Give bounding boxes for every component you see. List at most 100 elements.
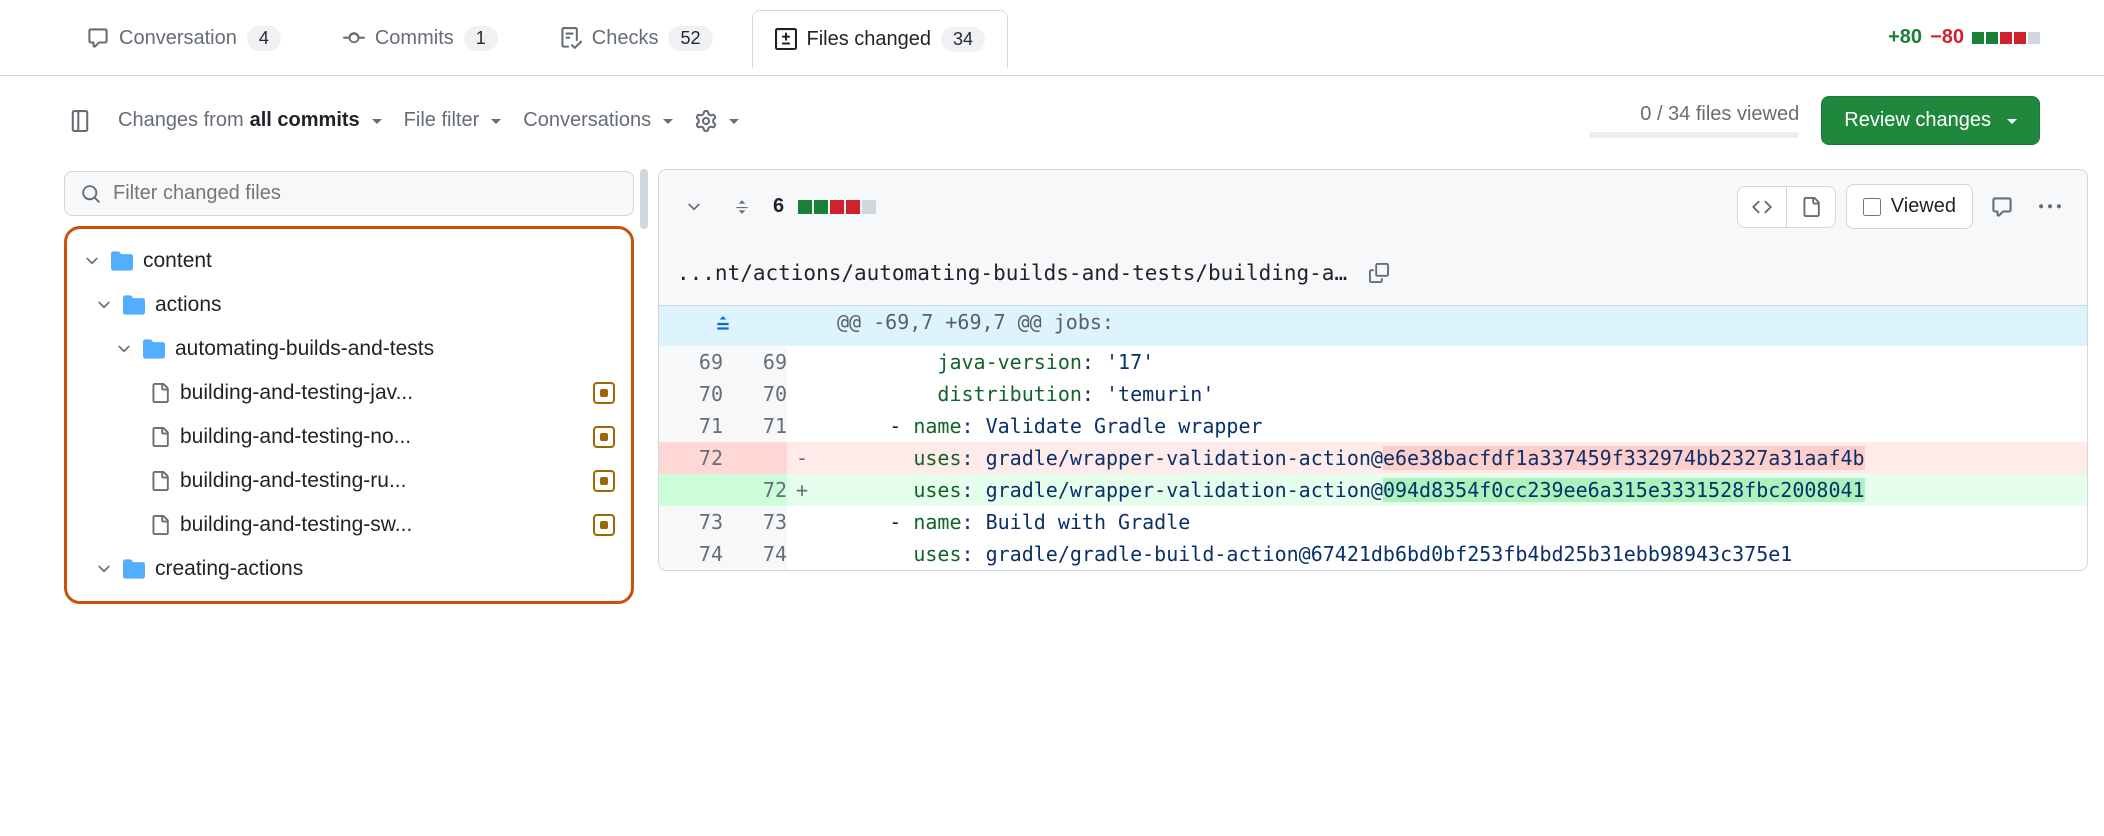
expand-all-icon[interactable] (725, 190, 759, 224)
additions-count: +80 (1888, 26, 1922, 49)
chevron-down-icon (83, 252, 101, 270)
collapse-file-icon[interactable] (677, 190, 711, 224)
diff-line[interactable]: 72- uses: gradle/wrapper-validation-acti… (659, 442, 2087, 474)
checklist-icon (560, 27, 582, 49)
commit-icon (343, 27, 365, 49)
modified-badge (593, 514, 615, 536)
code-content: distribution: 'temurin' (817, 378, 2087, 410)
file-icon (150, 427, 170, 447)
rendered-view-button[interactable] (1786, 187, 1835, 227)
line-number-new: 69 (723, 346, 787, 378)
tab-count: 4 (247, 26, 281, 51)
modified-badge (593, 382, 615, 404)
file-icon (150, 471, 170, 491)
tab-label: Files changed (807, 28, 932, 51)
tree-folder-automating[interactable]: automating-builds-and-tests (75, 327, 623, 371)
conversations-select[interactable]: Conversations (523, 109, 673, 132)
chevron-down-icon (95, 296, 113, 314)
diff-line[interactable]: 72+ uses: gradle/wrapper-validation-acti… (659, 474, 2087, 506)
folder-icon (123, 558, 145, 580)
diff-line[interactable]: 6969 java-version: '17' (659, 346, 2087, 378)
copy-path-icon[interactable] (1361, 255, 1397, 291)
code-content: uses: gradle/gradle-build-action@67421db… (817, 538, 2087, 570)
folder-icon (143, 338, 165, 360)
folder-icon (111, 250, 133, 272)
tab-label: Commits (375, 27, 454, 50)
line-number-new: 74 (723, 538, 787, 570)
tree-file[interactable]: building-and-testing-sw... (75, 503, 623, 547)
line-number-old (659, 474, 723, 506)
tab-checks[interactable]: Checks 52 (537, 9, 736, 67)
line-number-new: 71 (723, 410, 787, 442)
hunk-header-row: @@ -69,7 +69,7 @@ jobs: (659, 306, 2087, 346)
code-content: java-version: '17' (817, 346, 2087, 378)
filter-files-input[interactable] (113, 182, 617, 205)
expand-hunk-button[interactable] (659, 306, 787, 346)
sidebar-collapse-icon[interactable] (64, 105, 96, 137)
diff-line[interactable]: 7070 distribution: 'temurin' (659, 378, 2087, 410)
line-number-old: 69 (659, 346, 723, 378)
chevron-down-icon (115, 340, 133, 358)
code-content: - name: Build with Gradle (817, 506, 2087, 538)
comment-icon (87, 27, 109, 49)
diff-blocks (1972, 32, 2040, 44)
tab-files-changed[interactable]: Files changed 34 (752, 10, 1009, 68)
tab-count: 52 (668, 26, 712, 51)
file-icon (150, 383, 170, 403)
file-tree: content actions automating-builds-and-te… (64, 226, 634, 604)
code-content: uses: gradle/wrapper-validation-action@e… (817, 442, 2087, 474)
file-filter-select[interactable]: File filter (404, 109, 502, 132)
filter-files-input-wrap[interactable] (64, 171, 634, 216)
diff-file-header: 6 Viewed ...nt (659, 170, 2087, 306)
diff-stats: +80 −80 (1888, 26, 2040, 49)
pr-tabs: Conversation 4 Commits 1 Checks 52 Files… (0, 0, 2104, 76)
deletions-count: −80 (1930, 26, 1964, 49)
file-path[interactable]: ...nt/actions/automating-builds-and-test… (677, 261, 1347, 285)
review-changes-button[interactable]: Review changes (1821, 96, 2040, 145)
view-mode-toggle (1737, 186, 1836, 228)
line-number-new: 72 (723, 474, 787, 506)
tab-count: 1 (464, 26, 498, 51)
chevron-down-icon (95, 560, 113, 578)
diff-blocks-small (798, 200, 876, 214)
files-viewed-text: 0 / 34 files viewed (1640, 103, 1799, 126)
line-number-new (723, 442, 787, 474)
diff-settings-select[interactable] (695, 109, 739, 132)
diff-toolbar: Changes from all commits File filter Con… (0, 76, 2104, 169)
source-view-button[interactable] (1738, 187, 1786, 227)
diff-line[interactable]: 7474 uses: gradle/gradle-build-action@67… (659, 538, 2087, 570)
line-number-new: 73 (723, 506, 787, 538)
viewed-checkbox-input[interactable] (1863, 198, 1881, 216)
file-diff-icon (775, 28, 797, 50)
tree-file[interactable]: building-and-testing-jav... (75, 371, 623, 415)
diff-table: @@ -69,7 +69,7 @@ jobs: 6969 java-versio… (659, 306, 2087, 570)
changed-lines-count: 6 (773, 195, 784, 218)
kebab-menu-icon[interactable] (2031, 188, 2069, 226)
viewed-progress (1589, 132, 1799, 138)
line-number-old: 71 (659, 410, 723, 442)
tab-conversation[interactable]: Conversation 4 (64, 9, 304, 67)
changes-from-select[interactable]: Changes from all commits (118, 109, 382, 132)
tab-count: 34 (941, 27, 985, 52)
scrollbar-thumb[interactable] (640, 169, 648, 229)
code-content: - name: Validate Gradle wrapper (817, 410, 2087, 442)
viewed-checkbox[interactable]: Viewed (1846, 184, 1973, 229)
diff-line[interactable]: 7373 - name: Build with Gradle (659, 506, 2087, 538)
gear-icon (695, 110, 717, 132)
diff-line[interactable]: 7171 - name: Validate Gradle wrapper (659, 410, 2087, 442)
tree-folder-content[interactable]: content (75, 239, 623, 283)
tree-folder-actions[interactable]: actions (75, 283, 623, 327)
line-number-old: 70 (659, 378, 723, 410)
tree-file[interactable]: building-and-testing-ru... (75, 459, 623, 503)
tree-file[interactable]: building-and-testing-no... (75, 415, 623, 459)
line-number-old: 72 (659, 442, 723, 474)
diff-panel: 6 Viewed ...nt (658, 169, 2088, 571)
line-number-old: 73 (659, 506, 723, 538)
tree-folder-creating-actions[interactable]: creating-actions (75, 547, 623, 591)
comment-file-icon[interactable] (1983, 188, 2021, 226)
line-number-old: 74 (659, 538, 723, 570)
search-icon (81, 184, 101, 204)
line-number-new: 70 (723, 378, 787, 410)
file-icon (150, 515, 170, 535)
tab-commits[interactable]: Commits 1 (320, 9, 521, 67)
